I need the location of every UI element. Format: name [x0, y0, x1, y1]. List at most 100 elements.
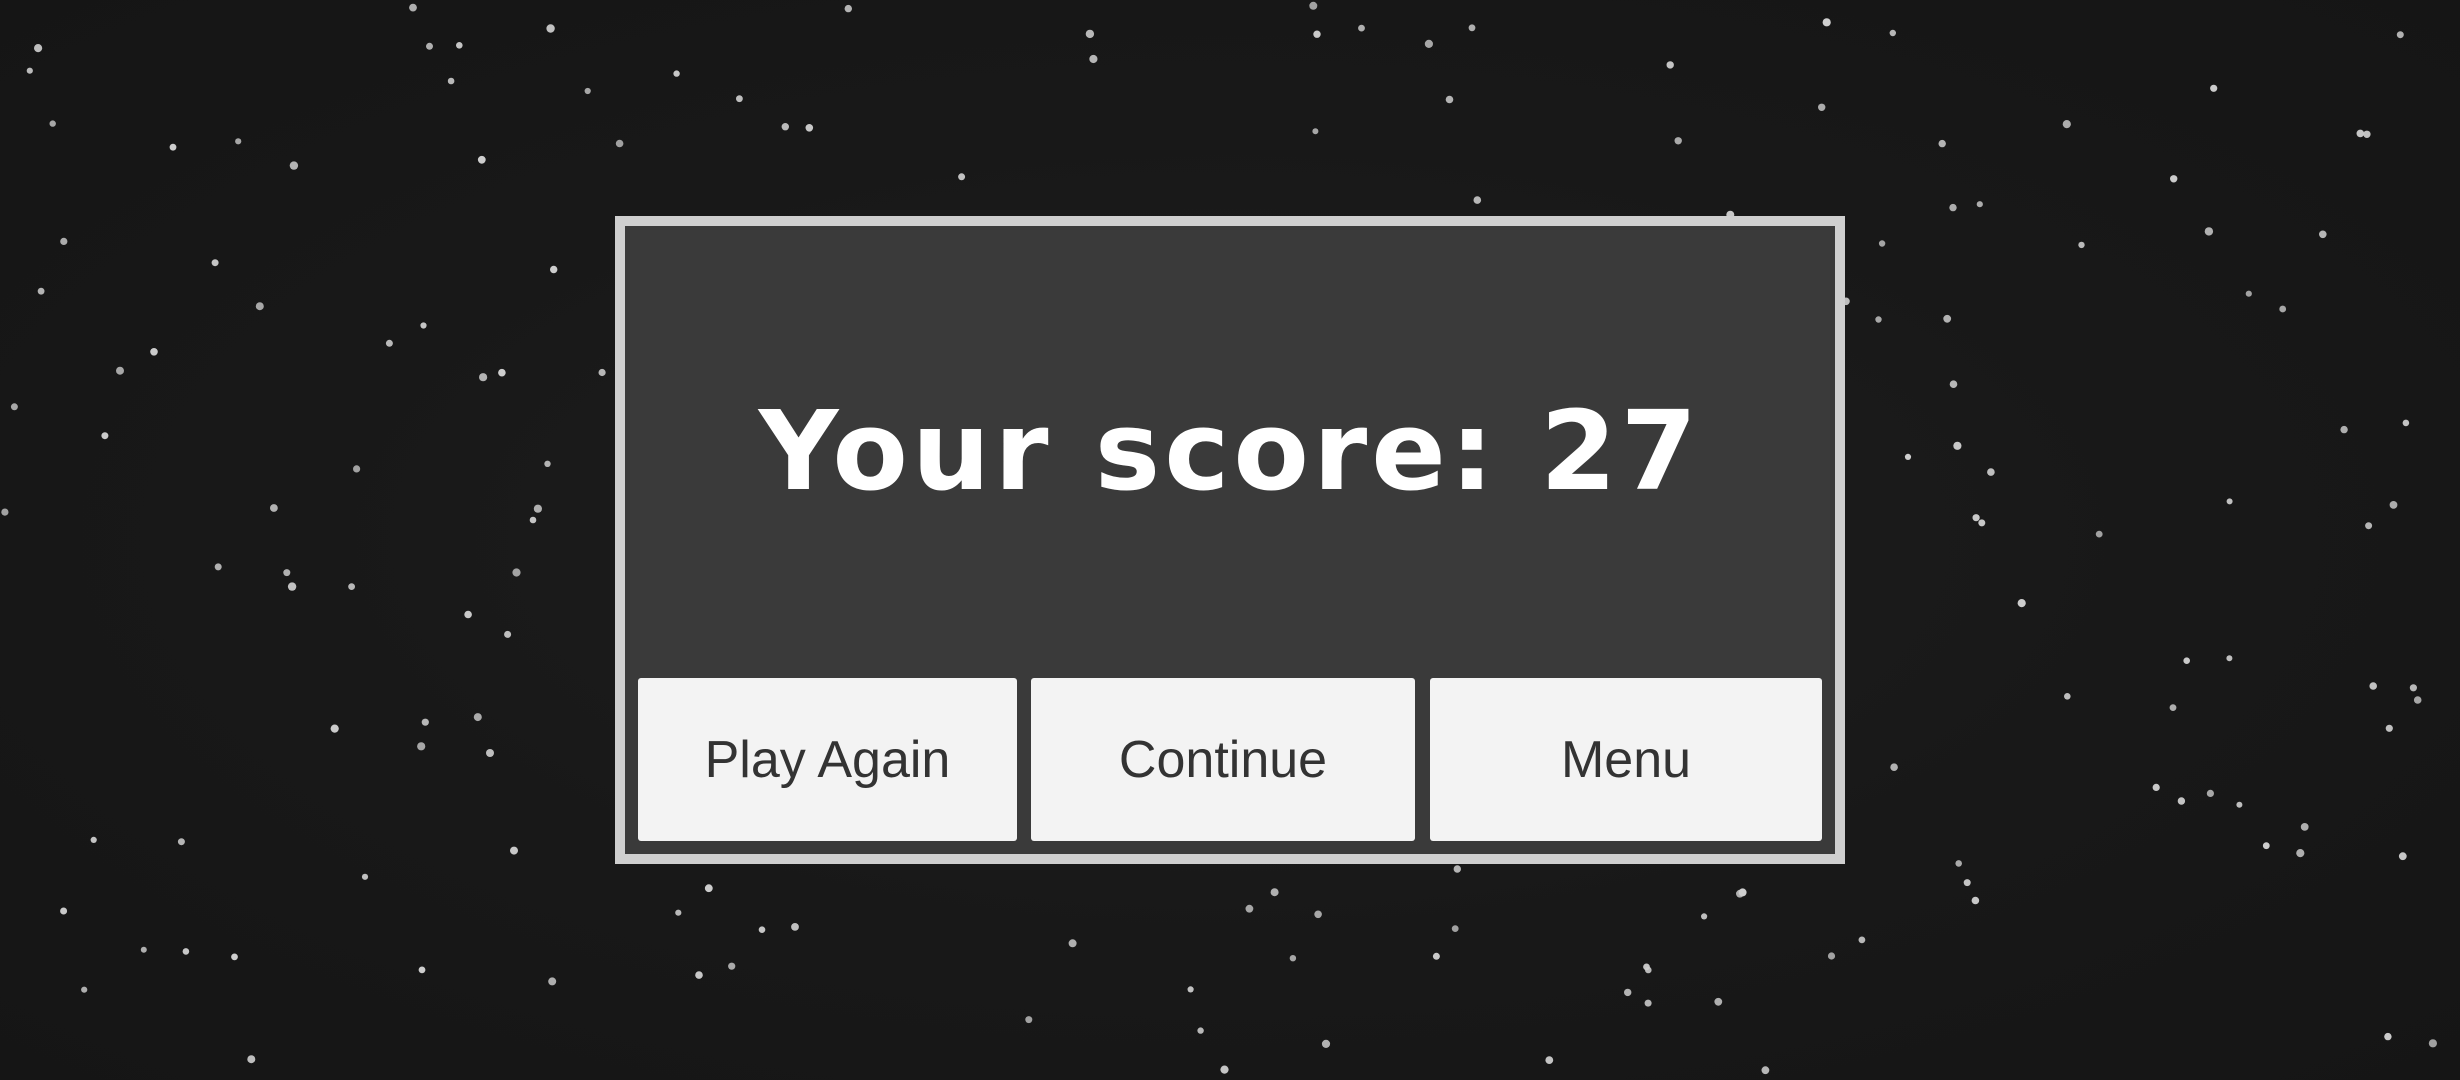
star [417, 742, 426, 751]
star [2385, 724, 2393, 732]
star [330, 724, 339, 733]
star [548, 977, 557, 986]
star [182, 948, 190, 955]
star [533, 504, 543, 513]
star [2279, 305, 2287, 313]
star [1738, 888, 1747, 897]
star [1432, 952, 1440, 960]
star [211, 259, 219, 267]
star [1314, 910, 1322, 919]
star [1644, 999, 1652, 1007]
star [1309, 1, 1318, 10]
star [1878, 240, 1886, 247]
star [2183, 657, 2190, 664]
menu-button[interactable]: Menu [1430, 678, 1822, 841]
star [615, 139, 624, 148]
star [150, 348, 158, 356]
star [1818, 103, 1826, 112]
star [464, 610, 472, 619]
star [1085, 29, 1095, 39]
star [348, 583, 355, 590]
star [2369, 682, 2377, 690]
star [2262, 842, 2270, 850]
star [1468, 24, 1476, 32]
star [247, 1055, 256, 1064]
star [546, 24, 555, 33]
star [1424, 39, 1433, 49]
star [1890, 763, 1898, 771]
star [2389, 501, 2398, 509]
star [2319, 230, 2327, 239]
star [418, 966, 426, 974]
star [1674, 137, 1682, 145]
star [90, 836, 97, 844]
score-dialog-panel: Your score: 27 Play Again Continue Menu [625, 226, 1835, 854]
star [361, 873, 369, 880]
star [512, 568, 521, 577]
star [34, 44, 43, 53]
star [1701, 913, 1708, 920]
star [235, 138, 242, 145]
star [805, 124, 814, 132]
star [101, 432, 109, 440]
star [477, 155, 486, 164]
star [426, 42, 433, 50]
star [1972, 514, 1980, 522]
star [1025, 1016, 1033, 1024]
star [1938, 139, 1946, 148]
star [2236, 801, 2243, 808]
star [1451, 925, 1459, 932]
play-again-button[interactable]: Play Again [638, 678, 1017, 841]
star [1889, 29, 1897, 37]
star [1987, 468, 1995, 476]
star [2296, 849, 2305, 858]
star [958, 173, 966, 181]
continue-button[interactable]: Continue [1031, 678, 1415, 841]
star [1473, 196, 1482, 204]
star [214, 563, 222, 571]
star [421, 718, 429, 726]
star [2356, 129, 2365, 138]
star [1270, 888, 1279, 897]
star [1971, 896, 1980, 905]
star [2365, 522, 2373, 530]
star [1453, 865, 1462, 873]
star [550, 265, 558, 274]
star [2226, 498, 2233, 505]
star [1978, 519, 1986, 527]
star [1624, 988, 1632, 997]
star [1197, 1027, 1204, 1034]
star [60, 907, 68, 915]
star [844, 4, 852, 13]
star [1822, 18, 1831, 27]
star [2428, 1039, 2437, 1048]
star [2340, 425, 2348, 434]
star [116, 366, 124, 375]
star [1545, 1056, 1554, 1064]
game-screen: Your score: 27 Play Again Continue Menu [0, 0, 2460, 1080]
star [758, 926, 766, 933]
star [2226, 655, 2233, 662]
star [2152, 783, 2160, 792]
star [479, 373, 488, 382]
star [1312, 128, 1319, 135]
star [544, 460, 551, 467]
star [2409, 684, 2417, 692]
star [1313, 30, 1321, 38]
star [2169, 704, 2177, 711]
star [140, 946, 147, 953]
star [60, 237, 68, 245]
star [289, 161, 299, 170]
star [2396, 31, 2404, 39]
star [598, 368, 606, 377]
star [2206, 789, 2214, 798]
star [486, 749, 494, 757]
star [1949, 380, 1958, 389]
star [81, 986, 88, 993]
star [673, 70, 680, 77]
star [695, 971, 703, 979]
star [1943, 314, 1952, 323]
star [169, 143, 177, 151]
star [1358, 24, 1365, 32]
star [2170, 175, 2178, 183]
